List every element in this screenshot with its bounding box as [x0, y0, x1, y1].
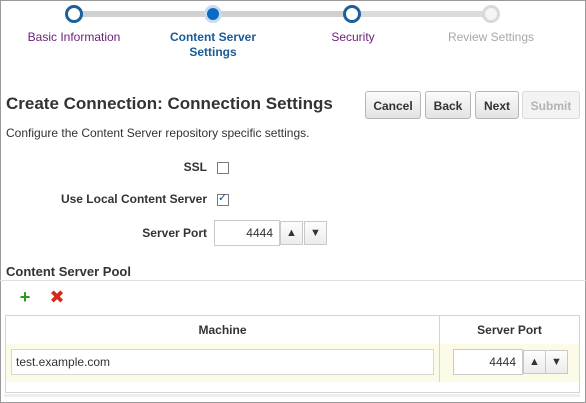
train-label-basic-information[interactable]: Basic Information — [14, 30, 134, 45]
train-connector — [74, 11, 213, 17]
train-label-content-server-settings: Content Server Settings — [169, 30, 257, 59]
horizontal-scrollbar[interactable] — [4, 394, 580, 397]
train-stop-security[interactable] — [343, 5, 361, 23]
server-port-input[interactable]: 4444 — [214, 220, 280, 246]
content-server-pool-table: Machine Server Port test.example.com 444… — [5, 315, 580, 393]
train-connector — [352, 11, 491, 17]
ssl-checkbox[interactable] — [217, 162, 229, 174]
train-stop-basic-information[interactable] — [65, 5, 83, 23]
chevron-down-icon: ▼ — [310, 227, 321, 239]
ssl-label: SSL — [183, 160, 207, 174]
page-description: Configure the Content Server repository … — [6, 126, 310, 140]
row-port-increment-button[interactable]: ▲ — [523, 350, 546, 374]
row-port-decrement-button[interactable]: ▼ — [545, 350, 568, 374]
machine-input[interactable]: test.example.com — [11, 349, 434, 375]
server-port-decrement-button[interactable]: ▼ — [304, 221, 327, 245]
submit-button: Submit — [522, 91, 580, 119]
column-header-server-port[interactable]: Server Port — [440, 316, 579, 345]
chevron-up-icon: ▲ — [286, 227, 297, 239]
cancel-button[interactable]: Cancel — [365, 91, 421, 119]
column-header-machine[interactable]: Machine — [6, 316, 439, 345]
next-button[interactable]: Next — [475, 91, 519, 119]
train-label-security[interactable]: Security — [293, 30, 413, 45]
add-icon[interactable]: + — [16, 288, 34, 306]
column-divider — [439, 316, 440, 382]
train-stop-content-server-settings — [204, 5, 222, 23]
back-button[interactable]: Back — [425, 91, 471, 119]
section-divider — [0, 280, 586, 281]
table-row[interactable]: test.example.com 4444 ▲ ▼ — [6, 344, 579, 382]
content-server-pool-title: Content Server Pool — [6, 264, 131, 279]
checkmark-icon: ✓ — [218, 192, 228, 204]
chevron-up-icon: ▲ — [529, 356, 540, 368]
train-connector — [213, 11, 352, 17]
chevron-down-icon: ▼ — [551, 356, 562, 368]
server-port-label: Server Port — [142, 226, 207, 240]
train-label-review-settings: Review Settings — [447, 30, 535, 44]
server-port-increment-button[interactable]: ▲ — [280, 221, 303, 245]
page-title: Create Connection: Connection Settings — [6, 94, 333, 113]
use-local-content-server-checkbox[interactable]: ✓ — [217, 192, 229, 206]
row-server-port-input[interactable]: 4444 — [453, 349, 523, 375]
use-local-content-server-label: Use Local Content Server — [60, 192, 207, 206]
delete-icon[interactable]: ✖ — [48, 288, 66, 306]
train-stop-review-settings — [482, 5, 500, 23]
